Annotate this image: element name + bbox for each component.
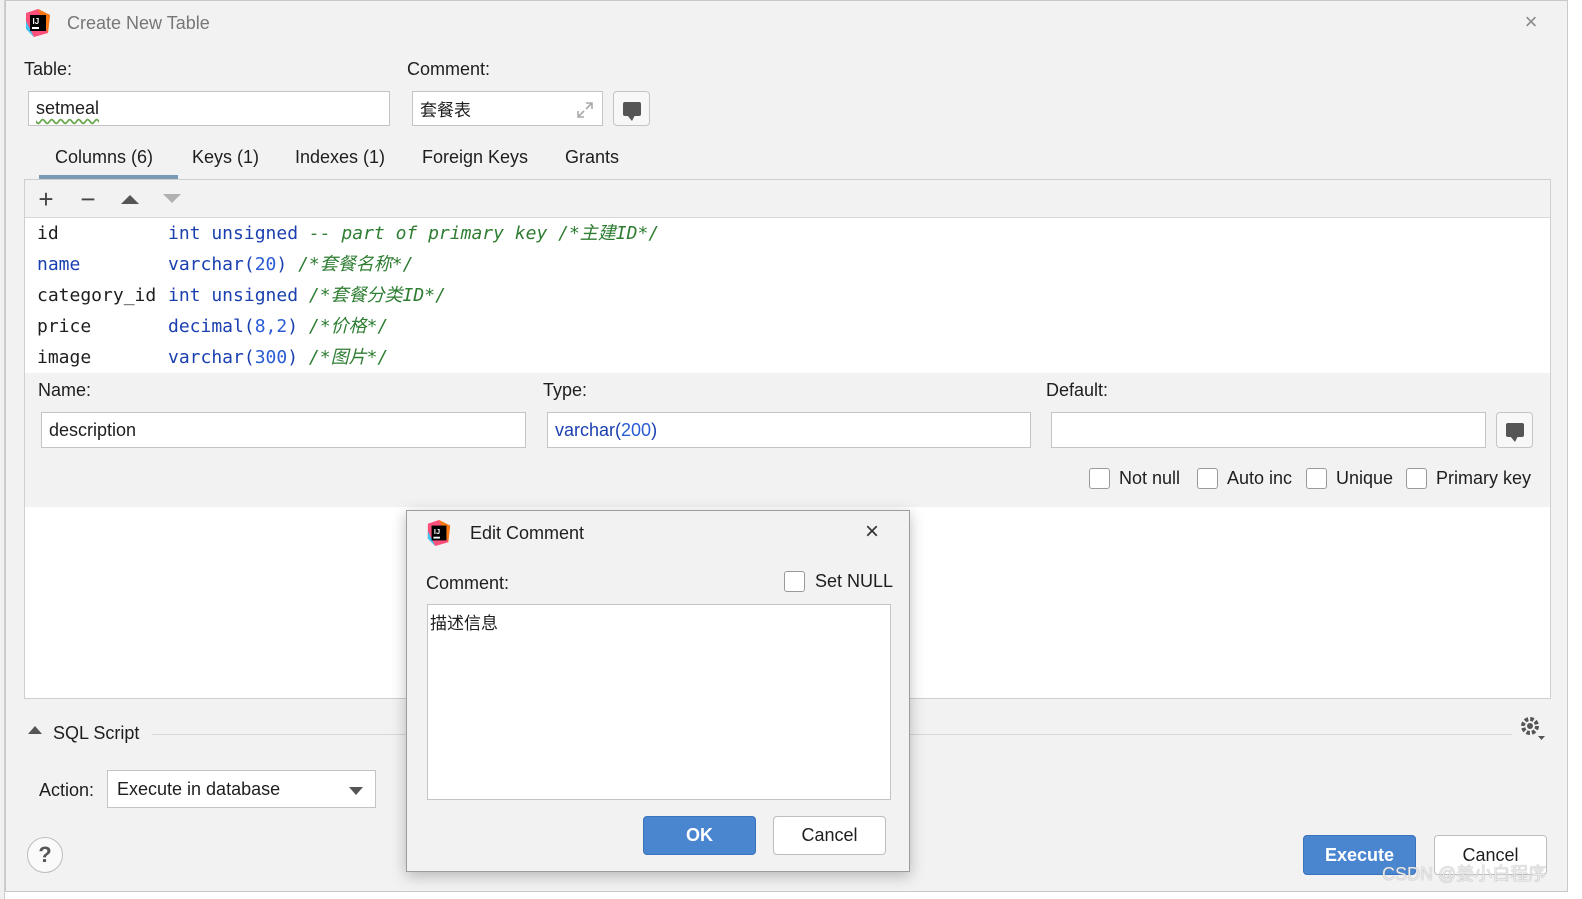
modal-cancel-button[interactable]: Cancel	[773, 816, 886, 855]
column-row[interactable]: price decimal(8,2) /*价格*/	[37, 311, 388, 342]
comment-label: Comment:	[426, 573, 510, 593]
column-type-args-value: 200	[621, 419, 652, 440]
column-name-input[interactable]: description	[41, 412, 526, 448]
column-row[interactable]: id int unsigned -- part of primary key /*…	[37, 218, 659, 249]
auto-inc-label: Auto inc	[1227, 468, 1293, 488]
checkbox-box	[1306, 468, 1327, 489]
ok-button[interactable]: OK	[643, 816, 756, 855]
auto-inc-checkbox[interactable]: Auto inc	[1197, 468, 1292, 489]
column-name: price	[37, 316, 92, 337]
column-name-label: Name:	[38, 380, 92, 400]
set-null-checkbox[interactable]: Set NULL	[784, 571, 893, 592]
comment-textarea[interactable]: 描述信息	[427, 604, 891, 800]
column-type-label: Type:	[543, 380, 588, 400]
watermark: CSDN @姜小白程序	[1382, 864, 1547, 884]
column-editor: Name: description Type: varchar(200) Def…	[25, 373, 1550, 507]
column-comment: /*图片*/	[298, 347, 389, 368]
collapse-arrow-icon[interactable]	[28, 726, 42, 734]
column-comment: -- part of primary key /*主建ID*/	[298, 223, 660, 244]
remove-column-button[interactable]: −	[75, 184, 101, 214]
tab-indexes[interactable]: Indexes (1)	[295, 147, 385, 168]
checkbox-box	[784, 571, 805, 592]
column-type-args: 20	[254, 254, 277, 275]
column-type: varchar	[168, 347, 244, 368]
not-null-label: Not null	[1119, 468, 1181, 488]
edit-column-comment-button[interactable]	[1496, 412, 1533, 448]
arrow-up-icon	[121, 195, 139, 204]
column-name: image	[37, 347, 92, 368]
column-default-input[interactable]	[1051, 412, 1486, 448]
comment-bubble-icon	[622, 101, 641, 121]
column-type-input[interactable]: varchar(200)	[547, 412, 1031, 448]
primary-key-checkbox[interactable]: Primary key	[1406, 468, 1531, 489]
tab-columns[interactable]: Columns (6)	[55, 147, 153, 168]
svg-text:IJ: IJ	[434, 527, 440, 536]
svg-text:IJ: IJ	[33, 17, 40, 26]
column-name: name	[37, 254, 81, 275]
column-row[interactable]: image varchar(300) /*图片*/	[37, 342, 388, 373]
intellij-app-icon: IJ	[427, 520, 451, 546]
help-button[interactable]: ?	[27, 837, 63, 873]
move-down-button[interactable]	[159, 186, 185, 212]
primary-key-label: Primary key	[1436, 468, 1532, 488]
column-type: varchar	[168, 254, 244, 275]
close-dialog-button[interactable]: ×	[1518, 9, 1544, 35]
gear-icon[interactable]	[1518, 714, 1546, 742]
unique-label: Unique	[1336, 468, 1394, 488]
checkbox-box	[1089, 468, 1110, 489]
column-row[interactable]: category_id int unsigned /*套餐分类ID*/	[37, 280, 446, 311]
action-label: Action:	[39, 780, 95, 800]
unique-checkbox[interactable]: Unique	[1306, 468, 1393, 489]
chevron-down-icon	[349, 787, 363, 795]
column-type-args: 8,2	[254, 316, 288, 337]
checkbox-box	[1197, 468, 1218, 489]
table-name-input[interactable]: setmeal	[28, 91, 390, 126]
column-row[interactable]: name varchar(20) /*套餐名称*/	[37, 249, 413, 280]
column-type: int unsigned	[168, 223, 299, 244]
close-modal-button[interactable]: ×	[859, 519, 885, 545]
tab-keys[interactable]: Keys (1)	[192, 147, 259, 168]
intellij-app-icon: IJ	[26, 9, 50, 37]
edit-table-comment-button[interactable]	[613, 91, 650, 126]
column-type-value: varchar	[555, 419, 616, 440]
tab-foreign-keys[interactable]: Foreign Keys	[422, 147, 528, 168]
table-comment-label: Comment:	[407, 59, 491, 79]
comment-bubble-icon	[1505, 423, 1524, 442]
window-title: Create New Table	[67, 13, 210, 33]
tab-grants[interactable]: Grants	[565, 147, 619, 168]
column-type: decimal	[168, 316, 244, 337]
edit-comment-title: Edit Comment	[470, 523, 585, 543]
arrow-down-icon	[163, 194, 181, 203]
checkbox-box	[1406, 468, 1427, 489]
table-name-label: Table:	[24, 59, 73, 79]
edit-comment-dialog: IJ Edit Comment × Comment: Set NULL 描述信息…	[406, 510, 910, 872]
column-comment: /*套餐名称*/	[287, 254, 414, 275]
table-comment-value: 套餐表	[420, 101, 471, 121]
column-comment: /*套餐分类ID*/	[298, 285, 446, 306]
action-select-value: Execute in database	[117, 778, 281, 799]
column-type-args: 300	[254, 347, 288, 368]
column-comment: /*价格*/	[298, 316, 389, 337]
column-name: id	[37, 223, 59, 244]
set-null-label: Set NULL	[815, 571, 894, 591]
table-comment-input[interactable]: 套餐表	[412, 91, 603, 126]
column-type: int unsigned	[168, 285, 299, 306]
column-name: category_id	[37, 285, 157, 306]
move-up-button[interactable]	[117, 186, 143, 212]
add-column-button[interactable]: +	[33, 184, 59, 214]
expand-icon[interactable]	[576, 101, 594, 119]
action-select[interactable]: Execute in database	[107, 770, 376, 808]
column-default-label: Default:	[1046, 380, 1109, 400]
not-null-checkbox[interactable]: Not null	[1089, 468, 1180, 489]
columns-toolbar: + −	[25, 180, 1550, 218]
sql-script-toggle[interactable]: SQL Script	[53, 723, 139, 744]
